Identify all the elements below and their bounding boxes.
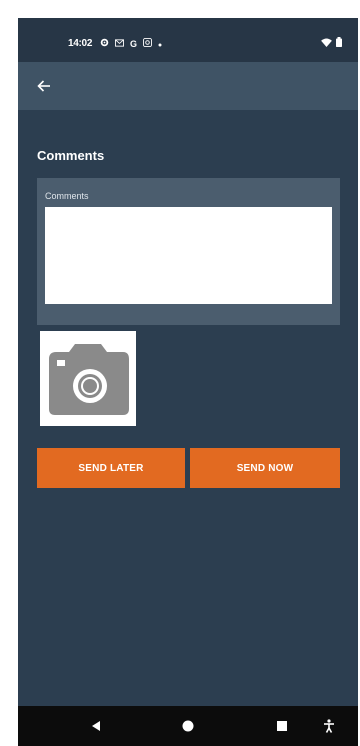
app-bar (18, 62, 358, 110)
comments-field[interactable] (45, 207, 332, 304)
back-triangle-icon (92, 721, 100, 731)
back-button[interactable] (32, 74, 56, 98)
nav-back-button[interactable] (84, 714, 108, 738)
nav-recents-button[interactable] (270, 714, 294, 738)
arrow-left-icon (37, 80, 50, 92)
dot-icon (158, 39, 162, 49)
settings-icon (100, 38, 109, 49)
system-nav-bar (18, 706, 358, 746)
status-bar: 14:02 G (18, 18, 358, 62)
section-title: Comments (37, 148, 105, 163)
comments-card: Comments (37, 178, 340, 325)
accessibility-icon (324, 719, 334, 733)
nav-accessibility-button[interactable] (317, 714, 341, 738)
send-now-button[interactable]: SEND NOW (190, 448, 340, 488)
phone-screen: 14:02 G Comments Comments SEND LATER SEN… (18, 18, 358, 746)
camera-roll-icon (143, 38, 153, 49)
notification-icons: G (100, 38, 162, 49)
home-circle-icon (182, 720, 194, 732)
google-icon: G (130, 38, 138, 49)
status-time: 14:02 (68, 38, 93, 49)
send-later-button[interactable]: SEND LATER (37, 448, 185, 488)
mail-icon (115, 38, 124, 49)
system-icons (321, 37, 342, 50)
recents-square-icon (277, 721, 287, 731)
wifi-icon (321, 37, 332, 50)
nav-home-button[interactable] (176, 714, 200, 738)
comments-field-label: Comments (45, 191, 89, 201)
battery-icon (336, 37, 342, 50)
camera-icon (49, 344, 129, 415)
add-photo-button[interactable] (40, 331, 136, 426)
